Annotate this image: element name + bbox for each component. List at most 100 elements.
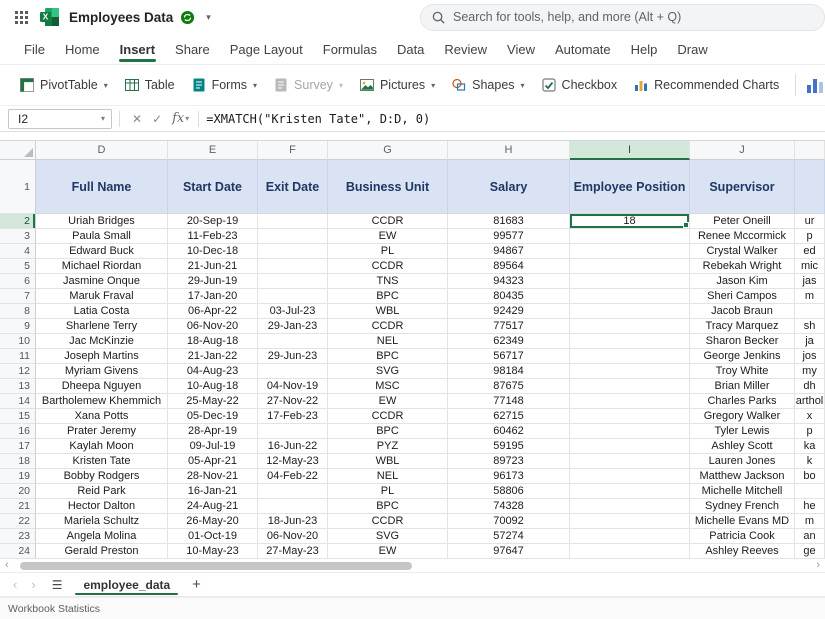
cell-D5[interactable]: Michael Riordan <box>36 259 168 274</box>
cell-E1[interactable]: Start Date <box>168 160 258 214</box>
row-header-6[interactable]: 6 <box>0 274 36 289</box>
cell-J20[interactable]: Michelle Mitchell <box>690 484 795 499</box>
cell-J23[interactable]: Patricia Cook <box>690 529 795 544</box>
ribbon-button-checkbox[interactable]: Checkbox <box>534 70 625 100</box>
cell-E14[interactable]: 25-May-22 <box>168 394 258 409</box>
row-header-3[interactable]: 3 <box>0 229 36 244</box>
cell-G20[interactable]: PL <box>328 484 448 499</box>
cell-K14[interactable]: arthol <box>795 394 825 409</box>
cell-E9[interactable]: 06-Nov-20 <box>168 319 258 334</box>
cell-F24[interactable]: 27-May-23 <box>258 544 328 559</box>
cell-G1[interactable]: Business Unit <box>328 160 448 214</box>
menu-tab-page-layout[interactable]: Page Layout <box>220 34 313 64</box>
cell-F13[interactable]: 04-Nov-19 <box>258 379 328 394</box>
cell-H3[interactable]: 99577 <box>448 229 570 244</box>
row-header-22[interactable]: 22 <box>0 514 36 529</box>
cell-I3[interactable] <box>570 229 690 244</box>
cell-K12[interactable]: my <box>795 364 825 379</box>
cell-F9[interactable]: 29-Jan-23 <box>258 319 328 334</box>
cell-H2[interactable]: 81683 <box>448 214 570 229</box>
cell-D10[interactable]: Jac McKinzie <box>36 334 168 349</box>
cell-H9[interactable]: 77517 <box>448 319 570 334</box>
menu-tab-formulas[interactable]: Formulas <box>313 34 387 64</box>
cell-I15[interactable] <box>570 409 690 424</box>
cell-I13[interactable] <box>570 379 690 394</box>
menu-tab-view[interactable]: View <box>497 34 545 64</box>
cell-K20[interactable] <box>795 484 825 499</box>
cell-D14[interactable]: Bartholemew Khemmich <box>36 394 168 409</box>
cell-E20[interactable]: 16-Jan-21 <box>168 484 258 499</box>
cell-E24[interactable]: 10-May-23 <box>168 544 258 559</box>
cell-I9[interactable] <box>570 319 690 334</box>
cell-D22[interactable]: Mariela Schultz <box>36 514 168 529</box>
menu-tab-file[interactable]: File <box>14 34 55 64</box>
cell-K6[interactable]: jas <box>795 274 825 289</box>
row-header-18[interactable]: 18 <box>0 454 36 469</box>
cell-H11[interactable]: 56717 <box>448 349 570 364</box>
sheet-nav-right-icon[interactable]: › <box>24 573 42 596</box>
cell-H23[interactable]: 57274 <box>448 529 570 544</box>
row-header-24[interactable]: 24 <box>0 544 36 559</box>
cell-D2[interactable]: Uriah Bridges <box>36 214 168 229</box>
document-title[interactable]: Employees Data <box>69 10 173 25</box>
cell-E8[interactable]: 06-Apr-22 <box>168 304 258 319</box>
cell-K11[interactable]: jos <box>795 349 825 364</box>
cell-H13[interactable]: 87675 <box>448 379 570 394</box>
cell-H12[interactable]: 98184 <box>448 364 570 379</box>
cell-E4[interactable]: 10-Dec-18 <box>168 244 258 259</box>
cell-I5[interactable] <box>570 259 690 274</box>
cell-G24[interactable]: EW <box>328 544 448 559</box>
cell-H19[interactable]: 96173 <box>448 469 570 484</box>
cell-I14[interactable] <box>570 394 690 409</box>
cell-F12[interactable] <box>258 364 328 379</box>
cell-E21[interactable]: 24-Aug-21 <box>168 499 258 514</box>
cell-D20[interactable]: Reid Park <box>36 484 168 499</box>
cell-K5[interactable]: mic <box>795 259 825 274</box>
cell-J13[interactable]: Brian Miller <box>690 379 795 394</box>
ribbon-button-recommended-charts[interactable]: Recommended Charts <box>626 70 786 100</box>
cell-G6[interactable]: TNS <box>328 274 448 289</box>
cell-G14[interactable]: EW <box>328 394 448 409</box>
cell-G16[interactable]: BPC <box>328 424 448 439</box>
all-sheets-menu-icon[interactable]: ☰ <box>43 573 72 596</box>
cell-K2[interactable]: ur <box>795 214 825 229</box>
cell-J2[interactable]: Peter Oneill <box>690 214 795 229</box>
cell-F7[interactable] <box>258 289 328 304</box>
column-header-F[interactable]: F <box>258 141 328 160</box>
ribbon-button-table[interactable]: Table <box>117 70 182 100</box>
ribbon-button-survey[interactable]: Survey▾ <box>266 70 350 100</box>
column-header-E[interactable]: E <box>168 141 258 160</box>
cell-E11[interactable]: 21-Jan-22 <box>168 349 258 364</box>
menu-tab-insert[interactable]: Insert <box>110 34 165 64</box>
cell-I24[interactable] <box>570 544 690 559</box>
cell-E3[interactable]: 11-Feb-23 <box>168 229 258 244</box>
cell-I11[interactable] <box>570 349 690 364</box>
cell-G9[interactable]: CCDR <box>328 319 448 334</box>
cell-E13[interactable]: 10-Aug-18 <box>168 379 258 394</box>
cell-E16[interactable]: 28-Apr-19 <box>168 424 258 439</box>
row-header-16[interactable]: 16 <box>0 424 36 439</box>
row-header-11[interactable]: 11 <box>0 349 36 364</box>
row-header-8[interactable]: 8 <box>0 304 36 319</box>
row-header-1[interactable]: 1 <box>0 160 36 214</box>
cell-J18[interactable]: Lauren Jones <box>690 454 795 469</box>
cell-G22[interactable]: CCDR <box>328 514 448 529</box>
cell-H15[interactable]: 62715 <box>448 409 570 424</box>
ribbon-button-shapes[interactable]: Shapes▾ <box>444 70 531 100</box>
cell-G15[interactable]: CCDR <box>328 409 448 424</box>
cell-J22[interactable]: Michelle Evans MD <box>690 514 795 529</box>
cell-F22[interactable]: 18-Jun-23 <box>258 514 328 529</box>
cell-F19[interactable]: 04-Feb-22 <box>258 469 328 484</box>
cell-H4[interactable]: 94867 <box>448 244 570 259</box>
cell-E6[interactable]: 29-Jun-19 <box>168 274 258 289</box>
cell-K15[interactable]: x <box>795 409 825 424</box>
cell-J9[interactable]: Tracy Marquez <box>690 319 795 334</box>
cell-D18[interactable]: Kristen Tate <box>36 454 168 469</box>
cell-K22[interactable]: m <box>795 514 825 529</box>
cell-K3[interactable]: p <box>795 229 825 244</box>
cell-G11[interactable]: BPC <box>328 349 448 364</box>
cell-D3[interactable]: Paula Small <box>36 229 168 244</box>
cell-H20[interactable]: 58806 <box>448 484 570 499</box>
fx-chevron-down-icon[interactable]: ▾ <box>185 114 189 123</box>
cell-J6[interactable]: Jason Kim <box>690 274 795 289</box>
